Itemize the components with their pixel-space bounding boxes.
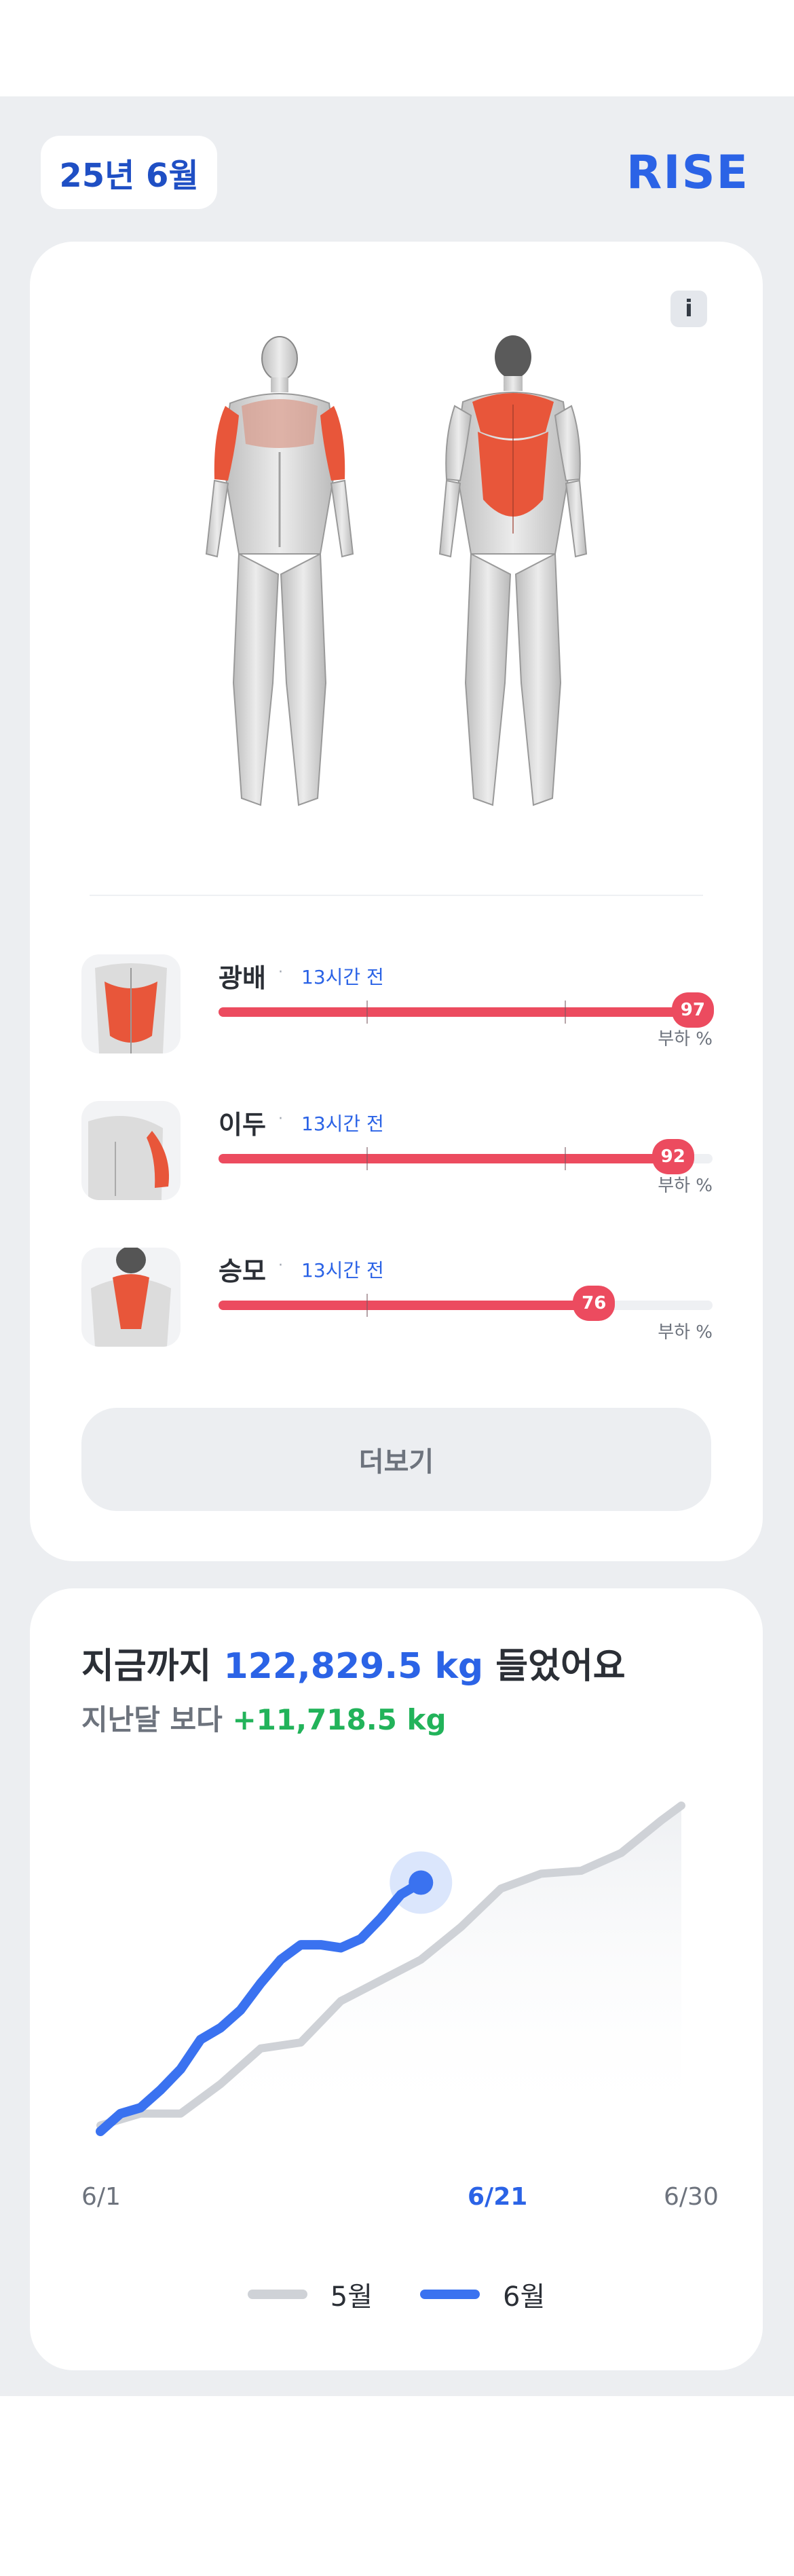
load-bar-fill	[219, 1007, 698, 1017]
muscle-load-card: i 광배 · 13시간 전 97 부하 % 이두 · 13시간 전 92 부하 …	[30, 242, 763, 1561]
separator-dot: ·	[278, 1257, 283, 1274]
legend-swatch-may	[247, 2290, 307, 2299]
lats-thumbnail-icon	[81, 954, 181, 1053]
legend-item-june[interactable]: 6월	[420, 2275, 545, 2314]
load-bar-tick	[565, 1147, 566, 1170]
current-point-marker	[409, 1870, 434, 1895]
body-map-illustration	[205, 335, 588, 806]
diff-prefix: 지난달 보다	[81, 1703, 233, 1736]
load-bar-track: 97	[219, 992, 714, 1028]
load-bar-tick	[565, 1001, 566, 1024]
load-bar-fill	[219, 1154, 673, 1163]
more-button-label: 더보기	[358, 1446, 434, 1478]
muscle-row-biceps[interactable]: 이두 · 13시간 전 92 부하 %	[81, 1101, 713, 1203]
x-tick-label-highlight: 6/21	[468, 2183, 528, 2211]
muscle-time: 13시간 전	[301, 1113, 384, 1135]
load-unit-label: 부하 %	[658, 1176, 713, 1196]
month-label: 25년 6월	[59, 157, 199, 195]
front-body-figure	[205, 336, 354, 806]
load-bar-tick	[366, 1001, 368, 1024]
load-unit-label: 부하 %	[658, 1322, 713, 1343]
total-weight-value: 122,829.5 kg	[223, 1646, 484, 1687]
cumulative-weight-chart[interactable]	[30, 1792, 763, 2145]
load-badge: 97	[671, 992, 714, 1028]
load-bar-fill	[219, 1301, 594, 1310]
separator-dot: ·	[278, 1110, 283, 1127]
load-bar-track: 76	[219, 1286, 713, 1321]
biceps-thumbnail-icon	[81, 1101, 181, 1200]
total-suffix: 들었어요	[483, 1646, 626, 1687]
separator-dot: ·	[278, 964, 283, 981]
x-tick-label: 6/30	[664, 2183, 719, 2211]
muscle-name: 이두	[219, 1110, 266, 1140]
section-divider	[90, 895, 703, 896]
load-unit-label: 부하 %	[658, 1029, 713, 1049]
legend-swatch-june	[420, 2290, 480, 2299]
load-bar-tick	[366, 1294, 368, 1317]
muscle-row-traps[interactable]: 승모 · 13시간 전 76 부하 %	[81, 1248, 713, 1349]
legend-label: 5월	[330, 2281, 373, 2313]
legend-label: 6월	[503, 2281, 546, 2313]
total-prefix: 지금까지	[81, 1646, 224, 1687]
load-bar-track: 92	[219, 1139, 713, 1174]
x-tick-label: 6/1	[81, 2183, 121, 2211]
month-diff-text: 지난달 보다 +11,718.5 kg	[81, 1697, 447, 1738]
series-area-may	[100, 1806, 681, 2131]
load-badge: 76	[573, 1286, 616, 1321]
legend-item-may[interactable]: 5월	[247, 2275, 373, 2314]
info-icon: i	[685, 295, 693, 322]
month-selector[interactable]: 25년 6월	[41, 136, 217, 209]
traps-thumbnail-icon	[81, 1248, 181, 1347]
load-bar-tick	[366, 1147, 368, 1170]
muscle-time: 13시간 전	[301, 1259, 384, 1282]
muscle-name: 승모	[219, 1256, 266, 1286]
info-button[interactable]: i	[670, 291, 707, 327]
muscle-time: 13시간 전	[301, 966, 384, 988]
diff-value: +11,718.5 kg	[232, 1703, 447, 1736]
load-badge: 92	[651, 1139, 694, 1174]
back-body-figure	[438, 335, 588, 806]
total-weight-card: 지금까지 122,829.5 kg 들었어요 지난달 보다 +11,718.5 …	[30, 1588, 763, 2370]
more-button[interactable]: 더보기	[81, 1408, 711, 1511]
total-weight-heading: 지금까지 122,829.5 kg 들었어요	[81, 1637, 626, 1688]
muscle-name: 광배	[219, 963, 266, 993]
chart-legend: 5월 6월	[30, 2274, 763, 2315]
brand-logo: RISE	[626, 145, 749, 200]
muscle-row-lats[interactable]: 광배 · 13시간 전 97 부하 %	[81, 954, 714, 1056]
